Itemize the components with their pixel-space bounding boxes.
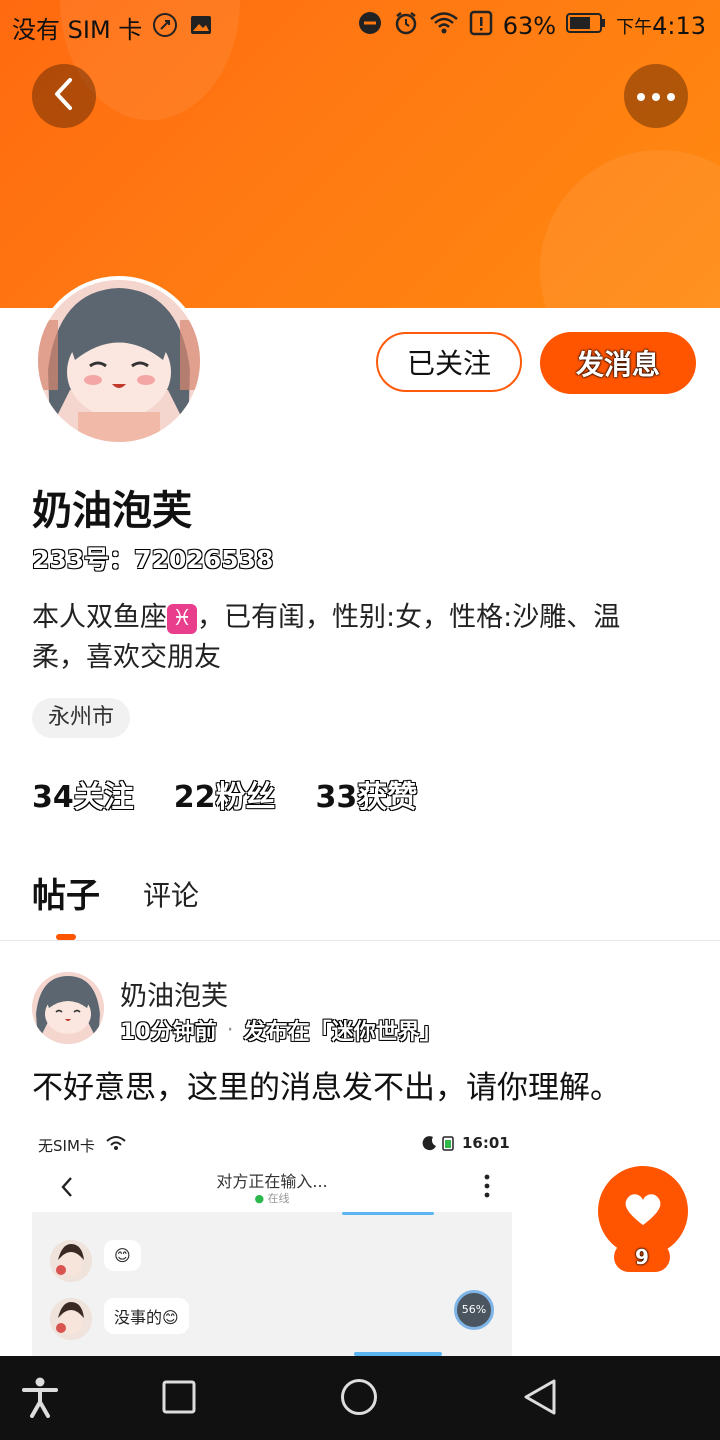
stat-likes-count: 33 bbox=[315, 780, 358, 815]
stat-following[interactable]: 34关注 bbox=[32, 772, 134, 816]
system-navigation-bar bbox=[0, 1356, 720, 1440]
back-button[interactable] bbox=[32, 64, 96, 128]
recent-apps-button[interactable] bbox=[162, 1380, 196, 1418]
alert-icon bbox=[469, 10, 493, 42]
image-icon bbox=[188, 12, 214, 44]
pisces-icon: ♓ bbox=[167, 603, 197, 634]
rocket-icon bbox=[152, 12, 178, 44]
stat-fans-count: 22 bbox=[173, 780, 216, 815]
tab-posts[interactable]: 帖子 bbox=[32, 868, 100, 917]
embedded-status-bar: 无SIM卡 16:01 bbox=[32, 1126, 512, 1162]
post-text[interactable]: 不好意思，这里的消息发不出，请你理解。 bbox=[32, 1062, 621, 1107]
embedded-online-label: 在线 bbox=[267, 1192, 290, 1205]
do-not-disturb-icon bbox=[357, 10, 383, 42]
embedded-message-1: 😊 bbox=[104, 1240, 141, 1271]
wifi-icon bbox=[429, 10, 459, 42]
embedded-wifi-icon bbox=[106, 1135, 126, 1155]
embedded-bubble-fragment bbox=[342, 1212, 434, 1215]
bio-text-start: 本人双鱼座 bbox=[32, 602, 167, 633]
alarm-icon bbox=[393, 10, 419, 42]
profile-stats: 34关注 22粉丝 33获赞 bbox=[32, 772, 417, 816]
profile-bio: 本人双鱼座 ♓ ，已有闺，性别:女，性格:沙雕、温柔，喜欢交朋友 bbox=[32, 598, 672, 678]
embedded-more-icon bbox=[484, 1174, 490, 1202]
post-author-avatar[interactable] bbox=[32, 972, 104, 1044]
embedded-progress-indicator: 56% bbox=[454, 1290, 494, 1330]
home-button[interactable] bbox=[340, 1378, 378, 1420]
location-tag[interactable]: 永州市 bbox=[32, 698, 131, 738]
back-nav-button[interactable] bbox=[522, 1378, 558, 1420]
embedded-moon-icon bbox=[422, 1135, 438, 1155]
embedded-chat-header: 对方正在输入... ● 在线 bbox=[32, 1162, 512, 1212]
profile-name: 奶油泡芙 bbox=[32, 488, 192, 534]
post-time: 10分钟前 bbox=[120, 1020, 217, 1045]
profile-avatar[interactable] bbox=[34, 276, 204, 446]
heart-icon bbox=[623, 1191, 663, 1231]
time-prefix: 下午 bbox=[616, 17, 653, 38]
like-count: 9 bbox=[614, 1242, 670, 1272]
profile-id: 233号：72026538 bbox=[32, 545, 274, 574]
stat-fans-label: 粉丝 bbox=[215, 780, 276, 815]
tab-divider bbox=[0, 940, 720, 941]
stat-following-label: 关注 bbox=[73, 780, 134, 815]
send-message-button[interactable]: 发消息 bbox=[540, 332, 696, 394]
meta-separator: · bbox=[226, 1017, 234, 1043]
accessibility-icon[interactable] bbox=[20, 1376, 60, 1422]
battery-icon bbox=[566, 12, 606, 40]
embedded-battery-icon bbox=[442, 1135, 454, 1155]
post-image[interactable]: 无SIM卡 16:01 对方正在输入... ● 在线 😊 没事的😊 56% bbox=[32, 1126, 512, 1356]
embedded-online-status: ● 在线 bbox=[254, 1192, 290, 1205]
embedded-message-2: 没事的😊 bbox=[104, 1298, 189, 1334]
stat-fans[interactable]: 22粉丝 bbox=[174, 772, 276, 816]
stat-likes-label: 获赞 bbox=[357, 780, 418, 815]
more-options-button[interactable] bbox=[624, 64, 688, 128]
embedded-carrier: 无SIM卡 bbox=[38, 1137, 95, 1155]
embedded-avatar-2 bbox=[50, 1298, 92, 1340]
battery-percent: 63% bbox=[502, 12, 557, 40]
embedded-chat-title: 对方正在输入... bbox=[216, 1172, 328, 1191]
carrier-text: 没有 SIM 卡 bbox=[12, 16, 143, 44]
status-bar: 没有 SIM 卡 63% 下午 4:13 bbox=[0, 0, 720, 50]
embedded-avatar-1 bbox=[50, 1240, 92, 1282]
post-meta: 10分钟前 · 发布在「迷你世界」 bbox=[120, 1014, 442, 1046]
embedded-time: 16:01 bbox=[462, 1134, 510, 1152]
post-author-name[interactable]: 奶油泡芙 bbox=[120, 974, 228, 1013]
stat-following-count: 34 bbox=[32, 780, 74, 815]
post-location[interactable]: 发布在「迷你世界」 bbox=[244, 1014, 442, 1046]
following-button[interactable]: 已关注 bbox=[376, 332, 522, 392]
chevron-left-icon bbox=[52, 77, 76, 115]
more-dots-icon bbox=[636, 87, 676, 106]
time-text: 4:13 bbox=[652, 12, 706, 40]
stat-likes: 33获赞 bbox=[316, 772, 418, 816]
tab-comments[interactable]: 评论 bbox=[143, 874, 199, 914]
